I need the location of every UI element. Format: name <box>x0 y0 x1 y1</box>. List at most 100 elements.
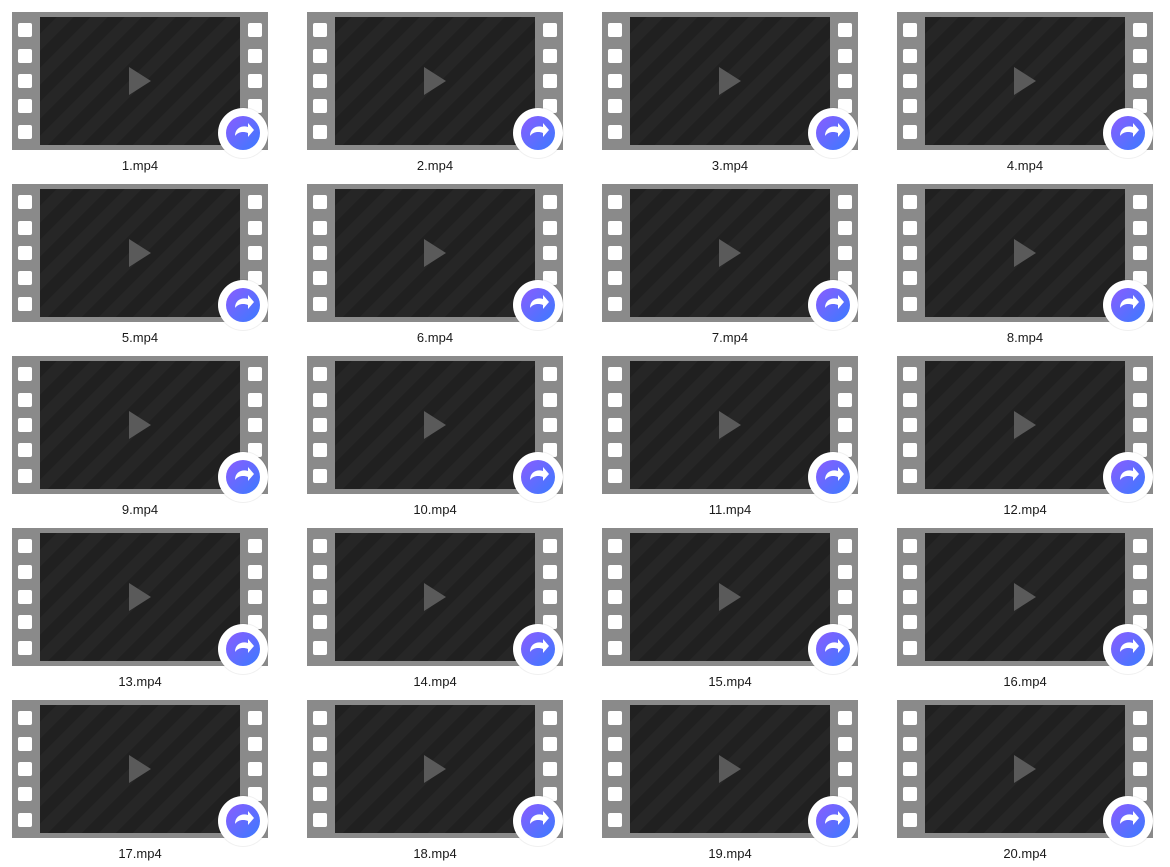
filmstrip-hole <box>608 220 622 235</box>
file-item[interactable]: 2.mp4 <box>307 12 577 184</box>
share-arrow-icon <box>513 108 563 158</box>
filmstrip-hole <box>313 195 327 210</box>
filmstrip-hole <box>313 812 327 827</box>
video-frame-placeholder <box>335 361 535 489</box>
filmstrip-hole <box>838 220 852 235</box>
filmstrip-left <box>897 12 923 150</box>
filmstrip-hole <box>838 195 852 210</box>
file-name[interactable]: 6.mp4 <box>307 330 563 346</box>
file-name[interactable]: 19.mp4 <box>602 846 858 862</box>
file-item[interactable]: 14.mp4 <box>307 528 577 700</box>
file-name[interactable]: 20.mp4 <box>897 846 1153 862</box>
filmstrip-hole <box>1133 73 1147 88</box>
filmstrip-hole <box>608 245 622 260</box>
file-item[interactable]: 6.mp4 <box>307 184 577 356</box>
share-arrow-icon <box>218 796 268 846</box>
file-name[interactable]: 11.mp4 <box>602 502 858 518</box>
file-name[interactable]: 1.mp4 <box>12 158 268 174</box>
filmstrip-left <box>12 356 38 494</box>
filmstrip-hole <box>608 48 622 63</box>
filmstrip-hole <box>838 711 852 726</box>
video-frame-placeholder <box>630 17 830 145</box>
filmstrip-hole <box>1133 220 1147 235</box>
video-frame-placeholder <box>40 361 240 489</box>
file-name[interactable]: 4.mp4 <box>897 158 1153 174</box>
video-file-icon <box>424 67 446 95</box>
video-file-icon <box>719 411 741 439</box>
video-file-icon <box>424 239 446 267</box>
file-name[interactable]: 17.mp4 <box>12 846 268 862</box>
filmstrip-hole <box>903 640 917 655</box>
filmstrip-hole <box>1133 761 1147 776</box>
file-item[interactable]: 16.mp4 <box>897 528 1167 700</box>
video-file-icon <box>1014 239 1036 267</box>
filmstrip-hole <box>838 539 852 554</box>
file-name[interactable]: 7.mp4 <box>602 330 858 346</box>
filmstrip-hole <box>1133 736 1147 751</box>
share-arrow-icon <box>513 280 563 330</box>
file-item[interactable]: 15.mp4 <box>602 528 872 700</box>
file-item[interactable]: 8.mp4 <box>897 184 1167 356</box>
video-frame-placeholder <box>335 17 535 145</box>
filmstrip-hole <box>838 392 852 407</box>
filmstrip-hole <box>903 195 917 210</box>
file-name[interactable]: 8.mp4 <box>897 330 1153 346</box>
filmstrip-hole <box>543 589 557 604</box>
file-item[interactable]: 20.mp4 <box>897 700 1167 867</box>
file-name[interactable]: 15.mp4 <box>602 674 858 690</box>
filmstrip-hole <box>1133 564 1147 579</box>
filmstrip-hole <box>543 417 557 432</box>
filmstrip-hole <box>903 296 917 311</box>
file-item[interactable]: 12.mp4 <box>897 356 1167 528</box>
file-item[interactable]: 11.mp4 <box>602 356 872 528</box>
file-item[interactable]: 4.mp4 <box>897 12 1167 184</box>
file-name[interactable]: 10.mp4 <box>307 502 563 518</box>
filmstrip-left <box>897 528 923 666</box>
file-name[interactable]: 9.mp4 <box>12 502 268 518</box>
file-item[interactable]: 17.mp4 <box>12 700 282 867</box>
file-name[interactable]: 13.mp4 <box>12 674 268 690</box>
file-item[interactable]: 18.mp4 <box>307 700 577 867</box>
file-item[interactable]: 1.mp4 <box>12 12 282 184</box>
filmstrip-hole <box>313 296 327 311</box>
share-arrow-icon <box>808 624 858 674</box>
file-name[interactable]: 5.mp4 <box>12 330 268 346</box>
file-item[interactable]: 7.mp4 <box>602 184 872 356</box>
file-item[interactable]: 10.mp4 <box>307 356 577 528</box>
filmstrip-hole <box>18 468 32 483</box>
file-name[interactable]: 18.mp4 <box>307 846 563 862</box>
video-file-icon <box>1014 583 1036 611</box>
filmstrip-hole <box>248 761 262 776</box>
filmstrip-hole <box>313 711 327 726</box>
filmstrip-left <box>602 12 628 150</box>
filmstrip-left <box>307 700 333 838</box>
filmstrip-hole <box>608 367 622 382</box>
file-name[interactable]: 2.mp4 <box>307 158 563 174</box>
file-item[interactable]: 19.mp4 <box>602 700 872 867</box>
file-name[interactable]: 14.mp4 <box>307 674 563 690</box>
filmstrip-hole <box>18 417 32 432</box>
filmstrip-hole <box>313 564 327 579</box>
file-name[interactable]: 16.mp4 <box>897 674 1153 690</box>
filmstrip-left <box>12 528 38 666</box>
file-item[interactable]: 3.mp4 <box>602 12 872 184</box>
share-arrow-icon <box>808 280 858 330</box>
filmstrip-hole <box>313 589 327 604</box>
video-frame-placeholder <box>925 705 1125 833</box>
file-item[interactable]: 5.mp4 <box>12 184 282 356</box>
filmstrip-hole <box>313 392 327 407</box>
file-item[interactable]: 13.mp4 <box>12 528 282 700</box>
file-name[interactable]: 12.mp4 <box>897 502 1153 518</box>
filmstrip-hole <box>248 48 262 63</box>
video-file-icon <box>129 67 151 95</box>
filmstrip-hole <box>18 761 32 776</box>
file-item[interactable]: 9.mp4 <box>12 356 282 528</box>
filmstrip-hole <box>1133 589 1147 604</box>
video-file-icon <box>1014 755 1036 783</box>
file-name[interactable]: 3.mp4 <box>602 158 858 174</box>
video-frame-placeholder <box>630 361 830 489</box>
filmstrip-left <box>602 356 628 494</box>
share-arrow-icon <box>218 624 268 674</box>
filmstrip-hole <box>903 443 917 458</box>
filmstrip-hole <box>1133 48 1147 63</box>
